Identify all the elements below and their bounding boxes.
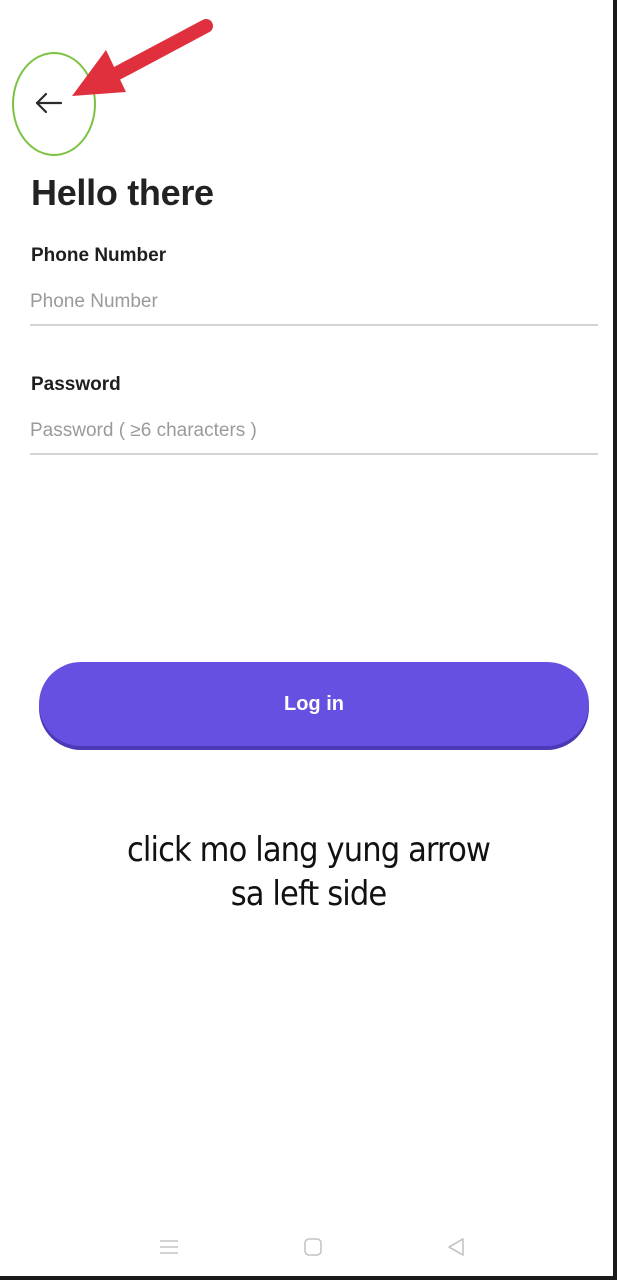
screen-edge-bottom [0, 1276, 617, 1280]
annotation-line-1: click mo lang yung arrow [126, 830, 491, 870]
nav-home-button[interactable] [298, 1232, 328, 1262]
navigation-bar [0, 1212, 617, 1280]
back-button[interactable] [26, 80, 72, 126]
nav-menu-button[interactable] [154, 1232, 184, 1262]
phone-number-input[interactable] [30, 280, 598, 326]
login-button[interactable]: Log in [39, 662, 589, 746]
screen-edge-right [613, 0, 617, 1280]
arrow-left-icon [35, 92, 63, 114]
back-triangle-icon [448, 1238, 464, 1256]
menu-icon [160, 1240, 178, 1254]
nav-back-button[interactable] [441, 1232, 471, 1262]
annotation-instruction-text: click mo lang yung arrow sa left side [31, 828, 586, 916]
page-title: Hello there [31, 172, 214, 213]
password-label: Password [31, 374, 121, 395]
home-square-icon [304, 1238, 322, 1256]
password-input[interactable] [30, 409, 598, 455]
login-screen: Hello there Phone Number Password Log in… [0, 0, 617, 1280]
phone-number-label: Phone Number [31, 245, 167, 266]
annotation-red-arrow-icon [72, 19, 213, 96]
annotation-line-2: sa left side [230, 874, 388, 914]
